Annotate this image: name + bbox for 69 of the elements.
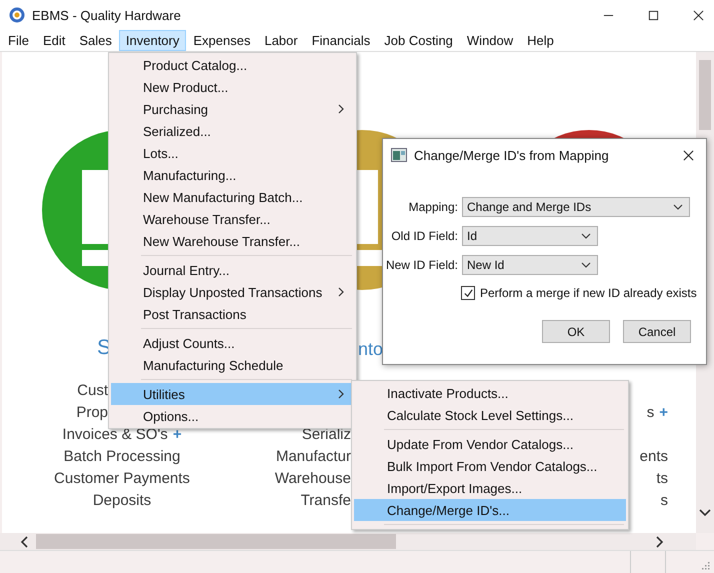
menu-entry[interactable]: Post Transactions — [111, 303, 354, 325]
dashboard-link[interactable]: ents — [640, 446, 668, 468]
dashboard-link[interactable]: Prop — [76, 402, 108, 424]
checkbox[interactable] — [461, 286, 475, 300]
dashboard-link[interactable]: Warehouse — [274, 468, 351, 490]
menu-item[interactable]: File — [1, 30, 36, 51]
section-heading: nto — [358, 339, 384, 360]
resize-grip-icon[interactable] — [700, 560, 710, 570]
maximize-icon[interactable] — [648, 10, 659, 20]
window-icon — [391, 148, 407, 162]
menu-entry[interactable]: Update From Vendor Catalogs... — [354, 433, 626, 455]
scroll-down-icon[interactable] — [699, 509, 711, 517]
dashboard-link[interactable]: s + — [646, 402, 668, 424]
menu-entry[interactable]: Calculate Stock Level Settings... — [354, 404, 626, 426]
menu-item[interactable]: Help — [520, 30, 561, 51]
dialog-title: Change/Merge ID's from Mapping — [414, 148, 609, 162]
menu-entry[interactable]: Options... — [111, 405, 354, 427]
menu-entry[interactable]: Utilities — [111, 383, 354, 405]
app-icon — [9, 7, 25, 23]
menu-item[interactable]: Financials — [304, 30, 378, 51]
close-icon[interactable] — [683, 150, 694, 160]
menu-item[interactable]: Expenses — [186, 30, 258, 51]
menu-entry[interactable]: Warehouse Transfer... — [111, 208, 354, 230]
menu-entry[interactable]: Adjust Counts... — [111, 332, 354, 354]
menu-entry[interactable]: Serialized... — [111, 120, 354, 142]
dropdown-field[interactable]: Id — [462, 226, 598, 246]
menu-item[interactable]: Sales — [72, 30, 119, 51]
dashboard-link[interactable]: Customer Payments — [54, 468, 190, 490]
scrollbar-thumb[interactable] — [36, 534, 396, 549]
dashboard-link[interactable]: Deposits — [92, 490, 152, 512]
menu-entry[interactable]: Manufacturing... — [111, 164, 354, 186]
menu-entry[interactable]: Journal Entry... — [111, 259, 354, 281]
scroll-left-icon[interactable] — [20, 536, 28, 548]
menu-item[interactable]: Job Costing — [377, 30, 460, 51]
dashboard-link[interactable]: s — [660, 490, 668, 512]
dashboard-link[interactable]: Transfe — [300, 490, 351, 512]
menu-entry[interactable]: Inactivate Products... — [354, 382, 626, 404]
menu-entry[interactable]: Bulk Import From Vendor Catalogs... — [354, 455, 626, 477]
menu-entry[interactable]: Import/Export Images... — [354, 477, 626, 499]
dialog-button[interactable]: Cancel — [623, 320, 691, 343]
horizontal-scrollbar[interactable] — [0, 533, 696, 550]
field-label: Old ID Field: — [390, 229, 458, 243]
menu-entry[interactable]: New Warehouse Transfer... — [111, 230, 354, 252]
dialog-button[interactable]: OK — [542, 320, 610, 343]
dropdown-field[interactable]: Change and Merge IDs — [462, 197, 690, 217]
dashboard-link[interactable]: Cust — [77, 380, 108, 402]
dashboard-link[interactable]: ts — [656, 468, 668, 490]
menu-entry[interactable]: Lots... — [111, 142, 354, 164]
menu-entry[interactable]: Change/Merge ID's... — [354, 499, 626, 521]
field-label: Mapping: — [408, 200, 458, 214]
dropdown-field[interactable]: New Id — [462, 255, 598, 275]
scroll-right-icon[interactable] — [656, 536, 664, 548]
menu-entry[interactable]: Manufacturing Schedule — [111, 354, 354, 376]
menu-item[interactable]: Labor — [257, 30, 305, 51]
dashboard-link[interactable]: Manufactur — [276, 446, 351, 468]
window-title: EBMS - Quality Hardware — [32, 8, 181, 22]
menu-entry[interactable]: New Manufacturing Batch... — [111, 186, 354, 208]
menu-entry[interactable]: New Product... — [111, 76, 354, 98]
menu-item[interactable]: Inventory — [118, 30, 186, 51]
close-icon[interactable] — [693, 10, 704, 20]
checkbox-label: Perform a merge if new ID already exists — [480, 286, 697, 300]
scrollbar-thumb[interactable] — [699, 60, 711, 130]
menu-item[interactable]: Edit — [36, 30, 72, 51]
menu-entry[interactable]: Product Catalog... — [111, 54, 354, 76]
menu-entry[interactable]: Display Unposted Transactions — [111, 281, 354, 303]
field-label: New ID Field: — [384, 258, 458, 272]
dashboard-link[interactable]: Batch Processing — [64, 446, 180, 468]
menu-item[interactable]: Window — [460, 30, 520, 51]
menu-entry[interactable]: Purchasing — [111, 98, 354, 120]
